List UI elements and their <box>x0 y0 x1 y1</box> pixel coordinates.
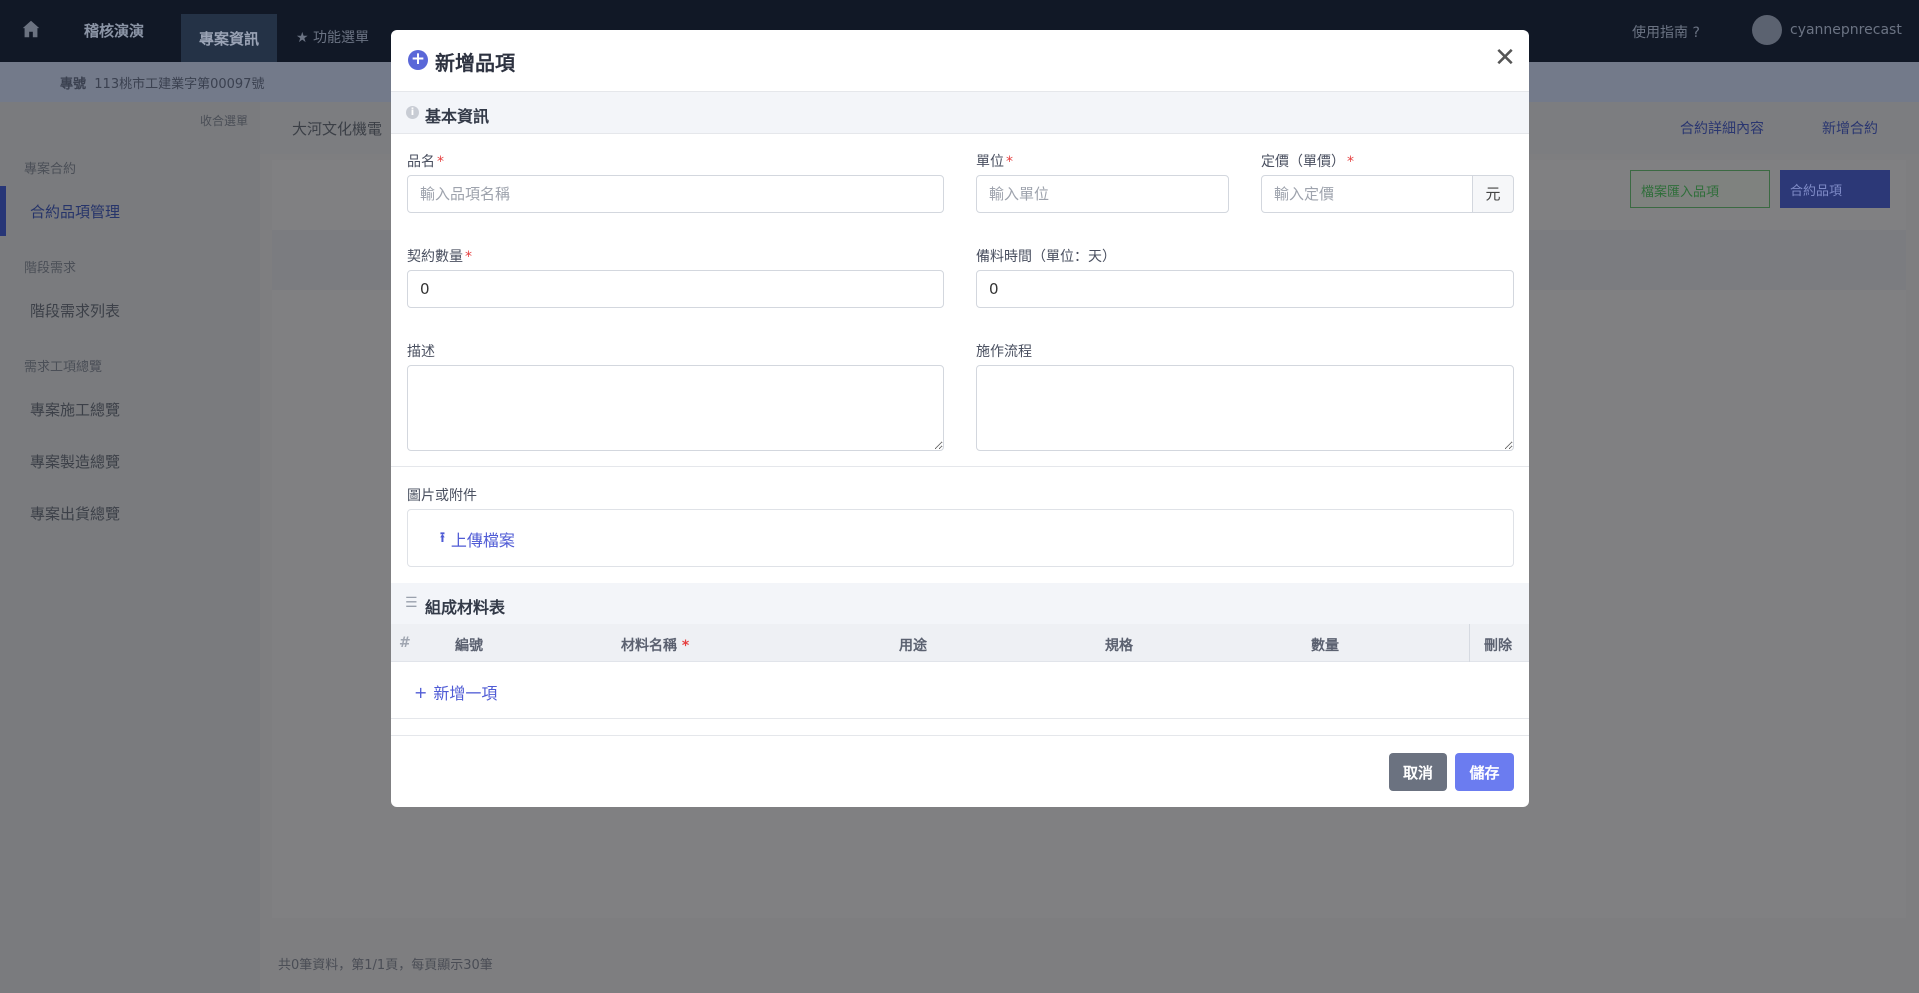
section-basic-info: i 基本資訊 <box>391 92 1529 134</box>
tab-function-menu[interactable]: ★ 功能選單 <box>296 27 369 47</box>
section-basic-info-label: 基本資訊 <box>425 107 490 126</box>
col-hash: # <box>399 635 411 651</box>
sidebar-item-manufacturing[interactable]: 專案製造總覽 <box>30 451 120 472</box>
close-icon[interactable]: ✕ <box>1493 45 1517 71</box>
column-separator <box>1469 624 1470 662</box>
save-button[interactable]: 儲存 <box>1455 753 1514 791</box>
section-materials-label: 組成材料表 <box>425 598 506 617</box>
unit-label: 單位 * <box>976 154 1013 170</box>
plus-icon: + <box>414 682 428 702</box>
tab-project-info[interactable]: 專案資訊 <box>181 14 277 62</box>
user-menu[interactable]: cyannepnrecast <box>1752 15 1902 45</box>
add-row-label: 新增一項 <box>433 684 498 703</box>
info-icon: i <box>406 106 419 119</box>
brand-label[interactable]: 稽核演演 <box>84 20 144 41</box>
col-quantity: 數量 <box>1311 638 1339 654</box>
help-link[interactable]: 使用指南 ? <box>1632 22 1700 42</box>
import-items-button[interactable]: 檔案匯入品項 <box>1630 170 1770 208</box>
plus-circle-icon: + <box>408 50 428 70</box>
divider <box>391 718 1529 719</box>
col-material-name: 材料名稱 * <box>621 638 690 654</box>
sidebar-active-indicator <box>0 186 6 236</box>
price-unit-suffix: 元 <box>1472 175 1514 213</box>
col-number: 編號 <box>455 638 483 654</box>
quantity-label: 契約數量 * <box>407 249 472 265</box>
home-icon[interactable] <box>20 18 44 42</box>
sidebar-item-contract-items[interactable]: 合約品項管理 <box>30 201 120 222</box>
name-label: 品名 * <box>407 154 444 170</box>
sidebar: 收合選單 專案合約 合約品項管理 階段需求 階段需求列表 需求工項總覽 專案施工… <box>0 102 260 993</box>
item-name-input[interactable] <box>407 175 944 213</box>
list-icon: ☰ <box>405 595 418 611</box>
new-contract-link[interactable]: 新增合約 <box>1822 118 1878 138</box>
col-usage: 用途 <box>899 638 927 654</box>
section-materials: ☰ 組成材料表 <box>391 583 1529 625</box>
process-textarea[interactable] <box>976 365 1514 451</box>
upload-button[interactable]: ⭱ 上傳檔案 <box>440 527 515 551</box>
description-label: 描述 <box>407 344 435 360</box>
footer-divider <box>391 735 1529 736</box>
help-label: 使用指南 <box>1632 25 1688 41</box>
breadcrumb: 大河文化機電 <box>292 120 383 138</box>
col-spec: 規格 <box>1105 638 1133 654</box>
upload-area: ⭱ 上傳檔案 <box>407 509 1514 567</box>
contract-items-button[interactable]: 合約品項 <box>1780 170 1890 208</box>
materials-table-header: # 編號 材料名稱 * 用途 規格 數量 刪除 <box>391 624 1529 662</box>
sidebar-item-construction[interactable]: 專案施工總覽 <box>30 399 120 420</box>
sidebar-group: 專案合約 <box>24 162 77 177</box>
project-number: 專號 113桃市工建業字第00097號 <box>60 77 265 92</box>
col-delete: 刪除 <box>1484 638 1512 654</box>
add-item-modal: + 新增品項 ✕ i 基本資訊 品名* 單位* 定價（單價）* 元 契約數量* … <box>391 30 1529 807</box>
avatar <box>1752 15 1782 45</box>
description-textarea[interactable] <box>407 365 944 451</box>
divider <box>391 466 1529 467</box>
tab-function-menu-label: 功能選單 <box>313 30 370 46</box>
upload-icon: ⭱ <box>440 530 445 546</box>
prep-time-input[interactable] <box>976 270 1514 308</box>
cancel-button[interactable]: 取消 <box>1389 753 1447 791</box>
upload-label: 上傳檔案 <box>450 531 515 550</box>
attachments-label: 圖片或附件 <box>407 488 477 504</box>
price-input[interactable] <box>1261 175 1473 213</box>
username: cyannepnrecast <box>1790 22 1902 38</box>
price-label: 定價（單價） * <box>1261 154 1354 170</box>
process-label: 施作流程 <box>976 344 1032 360</box>
sidebar-group: 階段需求 <box>24 261 77 276</box>
sidebar-group: 需求工項總覽 <box>24 360 103 375</box>
unit-input[interactable] <box>976 175 1229 213</box>
sidebar-item-stage-requests[interactable]: 階段需求列表 <box>30 300 120 321</box>
contract-quantity-input[interactable] <box>407 270 944 308</box>
pagination-info: 共0筆資料，第1/1頁，每頁顯示30筆 <box>278 958 493 973</box>
sidebar-item-shipping[interactable]: 專案出貨總覽 <box>30 503 120 524</box>
modal-header: + 新增品項 ✕ <box>391 30 1529 92</box>
prep-time-label: 備料時間（單位：天） <box>976 249 1116 265</box>
sidebar-collapse-button[interactable]: 收合選單 <box>200 112 248 129</box>
contract-detail-link[interactable]: 合約詳細內容 <box>1680 118 1764 138</box>
add-material-row-button[interactable]: + 新增一項 <box>414 680 497 704</box>
modal-title: 新增品項 <box>435 51 515 75</box>
